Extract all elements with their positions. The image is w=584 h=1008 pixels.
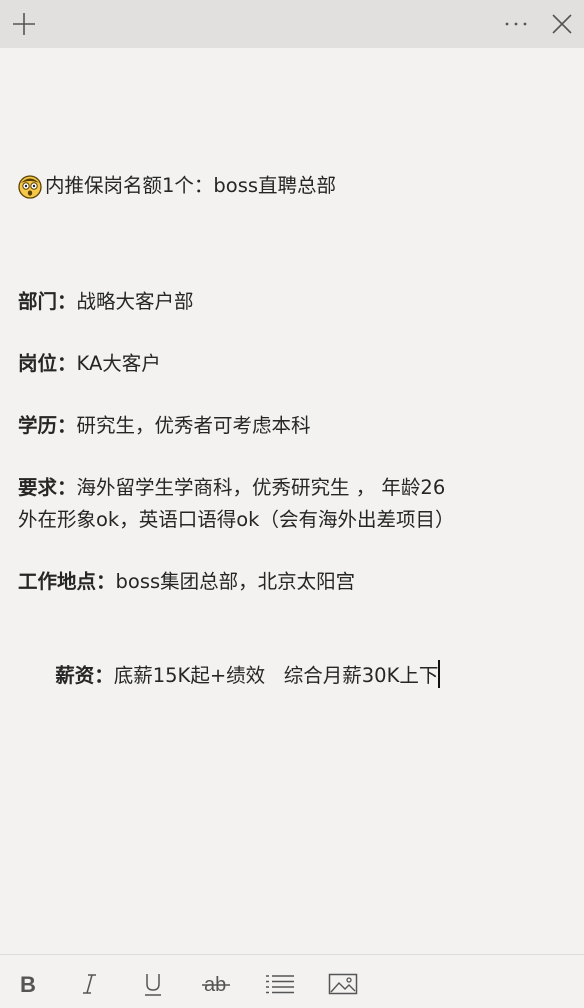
field-label: 薪资： <box>55 664 114 687</box>
field-value: 研究生，优秀者可考虑本科 <box>76 414 311 437</box>
shocked-face-emoji-icon <box>18 175 42 199</box>
underline-icon <box>145 974 161 996</box>
sticky-note-window: 内推保岗名额1个：boss直聘总部 部门：战略大客户部 岗位：KA大客户 学历：… <box>0 0 584 1008</box>
italic-button[interactable] <box>73 967 107 1001</box>
svg-text:B: B <box>20 972 36 996</box>
close-icon <box>552 14 572 34</box>
list-icon <box>266 975 294 994</box>
strikethrough-button[interactable]: ab <box>199 967 233 1001</box>
field-requirements: 要求：海外留学生学商科，优秀研究生 ， 年龄26 <box>18 472 568 504</box>
underline-button[interactable] <box>136 967 170 1001</box>
note-title: 内推保岗名额1个：boss直聘总部 <box>45 174 337 197</box>
bold-button[interactable]: B <box>11 967 45 1001</box>
note-editor[interactable]: 内推保岗名额1个：boss直聘总部 部门：战略大客户部 岗位：KA大客户 学历：… <box>18 170 568 724</box>
format-toolbar: B ab <box>0 954 584 1008</box>
field-value: boss集团总部，北京太阳宫 <box>115 570 356 593</box>
field-value: 底薪15K起+绩效 综合月薪30K上下 <box>113 664 439 687</box>
field-position: 岗位：KA大客户 <box>18 348 568 380</box>
field-education: 学历：研究生，优秀者可考虑本科 <box>18 410 568 442</box>
bold-icon: B <box>20 972 36 996</box>
italic-icon <box>83 974 96 994</box>
field-salary: 薪资：底薪15K起+绩效 综合月薪30K上下 <box>18 628 568 724</box>
note-title-line: 内推保岗名额1个：boss直聘总部 <box>17 170 568 202</box>
field-label: 部门： <box>18 290 77 313</box>
new-note-button[interactable] <box>10 10 38 38</box>
strikethrough-icon: ab <box>202 974 230 996</box>
title-bar <box>0 0 584 48</box>
image-icon <box>328 973 358 995</box>
field-label: 岗位： <box>18 352 77 375</box>
field-label: 学历： <box>18 414 77 437</box>
bullet-list-button[interactable] <box>263 967 297 1001</box>
field-location: 工作地点：boss集团总部，北京太阳宫 <box>18 566 568 598</box>
field-value: 海外留学生学商科，优秀研究生 ， 年龄26 <box>76 476 446 499</box>
field-label: 要求： <box>18 476 77 499</box>
text-cursor <box>438 660 441 688</box>
field-value: 战略大客户部 <box>76 290 194 313</box>
field-value: KA大客户 <box>76 352 161 375</box>
plus-icon <box>13 13 35 35</box>
menu-button[interactable] <box>502 10 530 38</box>
insert-image-button[interactable] <box>326 967 360 1001</box>
field-department: 部门：战略大客户部 <box>18 286 568 318</box>
more-icon <box>505 22 527 26</box>
field-requirements-continuation: 外在形象ok，英语口语得ok（会有海外出差项目） <box>18 508 455 531</box>
close-button[interactable] <box>548 10 576 38</box>
field-label: 工作地点： <box>18 570 116 593</box>
